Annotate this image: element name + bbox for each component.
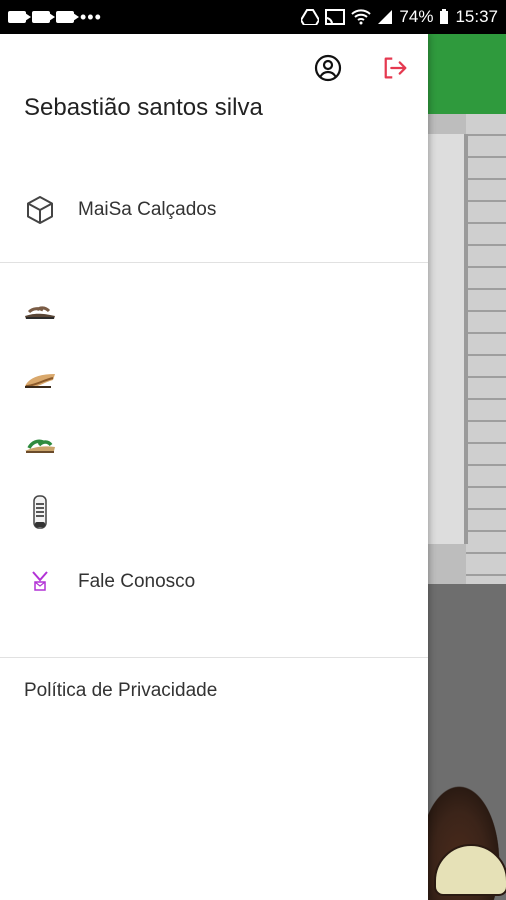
more-notifications-icon: ••• bbox=[80, 7, 102, 27]
brick-wall bbox=[466, 114, 506, 584]
logout-icon bbox=[384, 57, 407, 79]
video-call-icon bbox=[8, 11, 31, 23]
video-call-icon bbox=[32, 11, 55, 23]
category-item-sandal-brown[interactable] bbox=[0, 290, 428, 334]
status-bar: ••• 74% 15:37 bbox=[0, 0, 506, 34]
menu-item-label: MaiSa Calçados bbox=[78, 199, 217, 220]
sandal-green-icon bbox=[25, 439, 55, 453]
banner-image bbox=[428, 114, 506, 584]
contact-icon bbox=[32, 571, 48, 591]
sneaker-white-icon bbox=[33, 495, 47, 529]
category-item-flat-shoe[interactable] bbox=[0, 358, 428, 402]
background-app bbox=[428, 34, 506, 900]
door-frame bbox=[428, 134, 468, 544]
battery-icon bbox=[439, 9, 449, 25]
app-toolbar bbox=[428, 34, 506, 114]
account-circle-icon bbox=[314, 54, 342, 82]
signal-icon bbox=[377, 9, 393, 25]
cast-icon bbox=[325, 9, 346, 25]
menu-item-label: Fale Conosco bbox=[78, 571, 196, 592]
privacy-policy-link[interactable]: Política de Privacidade bbox=[24, 680, 217, 702]
battery-percent: 74% bbox=[399, 7, 434, 26]
video-call-icon bbox=[56, 11, 79, 23]
user-name: Sebastião santos silva bbox=[24, 94, 263, 121]
divider bbox=[0, 262, 428, 263]
navigation-drawer: Sebastião santos silva MaiSa Calçados Fa… bbox=[0, 34, 428, 900]
category-item-sandal-green[interactable] bbox=[0, 424, 428, 468]
divider bbox=[0, 657, 428, 658]
sandal-brown-icon bbox=[25, 306, 55, 319]
drive-icon bbox=[301, 9, 320, 25]
clock: 15:37 bbox=[455, 7, 498, 26]
wifi-icon bbox=[351, 9, 372, 25]
notification-icons: ••• bbox=[8, 7, 102, 27]
menu-item-maisa-calcados[interactable]: MaiSa Calçados bbox=[0, 188, 428, 232]
menu-item-fale-conosco[interactable]: Fale Conosco bbox=[0, 560, 428, 604]
flat-shoe-beige-icon bbox=[25, 374, 55, 388]
logout-button[interactable] bbox=[382, 54, 410, 82]
account-button[interactable] bbox=[314, 54, 342, 82]
category-item-sneaker[interactable] bbox=[0, 490, 428, 534]
cube-icon bbox=[27, 196, 53, 224]
